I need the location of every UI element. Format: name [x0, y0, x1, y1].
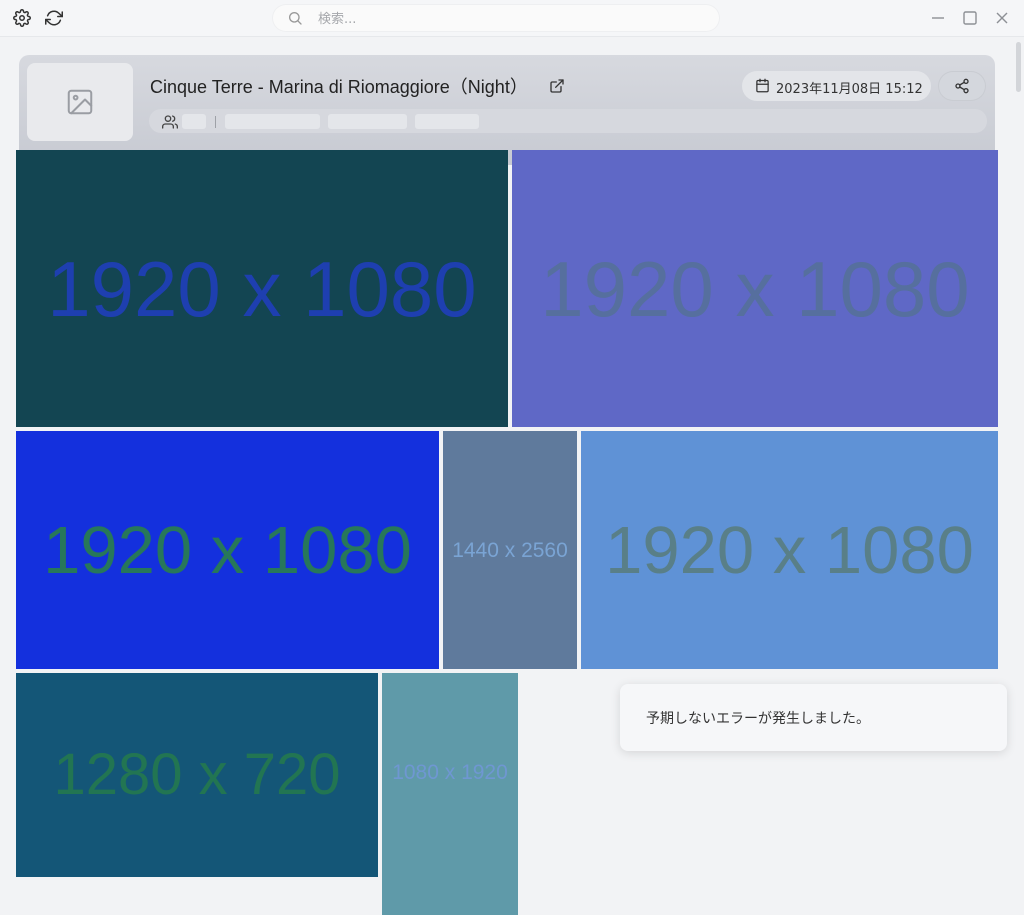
photo-tile[interactable]: 1920 x 1080: [16, 431, 439, 669]
photo-label: 1920 x 1080: [43, 512, 412, 588]
photo-label: 1280 x 720: [53, 742, 341, 807]
refresh-icon[interactable]: [45, 9, 63, 27]
share-icon: [955, 78, 969, 94]
minimize-icon[interactable]: [929, 9, 947, 27]
search-icon: [287, 10, 303, 26]
tag-placeholder: [415, 114, 479, 129]
photo-tile[interactable]: 1280 x 720: [16, 673, 378, 877]
maximize-icon[interactable]: [961, 9, 979, 27]
divider: [215, 116, 216, 128]
photo-tile[interactable]: 1920 x 1080: [16, 150, 508, 427]
title-bar: [0, 0, 1024, 37]
close-icon[interactable]: [993, 9, 1011, 27]
scrollbar-thumb[interactable]: [1016, 42, 1021, 92]
photo-label: 1920 x 1080: [540, 244, 970, 333]
member-placeholder: [182, 114, 206, 129]
toast-message: 予期しないエラーが発生しました。: [646, 711, 870, 727]
gear-icon[interactable]: [13, 9, 31, 27]
image-icon: [67, 89, 93, 115]
photo-label: 1440 x 2560: [452, 538, 568, 562]
users-icon[interactable]: [162, 114, 178, 130]
search-input[interactable]: [316, 8, 700, 30]
album-header: Cinque Terre - Marina di Riomaggiore（Nig…: [19, 55, 995, 165]
photo-label: 1920 x 1080: [605, 512, 974, 588]
photo-label: 1920 x 1080: [47, 244, 477, 333]
tag-placeholder: [225, 114, 320, 129]
album-meta-bar: [149, 109, 987, 133]
external-link-icon[interactable]: [549, 78, 565, 94]
search-box[interactable]: [272, 4, 720, 32]
calendar-icon: [755, 78, 770, 93]
album-date: 2023年11月08日 15:12: [776, 82, 923, 97]
tag-placeholder: [328, 114, 407, 129]
error-toast: 予期しないエラーが発生しました。: [620, 684, 1007, 751]
photo-tile[interactable]: 1080 x 1920: [382, 673, 518, 915]
photo-label: 1080 x 1920: [392, 761, 508, 784]
album-thumbnail[interactable]: [27, 63, 133, 141]
album-title: Cinque Terre - Marina di Riomaggiore（Nig…: [150, 77, 528, 97]
date-badge[interactable]: 2023年11月08日 15:12: [742, 71, 931, 101]
photo-tile[interactable]: 1440 x 2560: [443, 431, 577, 669]
share-button[interactable]: [938, 71, 986, 101]
photo-tile[interactable]: 1920 x 1080: [512, 150, 998, 427]
photo-tile[interactable]: 1920 x 1080: [581, 431, 998, 669]
scrollbar[interactable]: [1014, 38, 1024, 768]
